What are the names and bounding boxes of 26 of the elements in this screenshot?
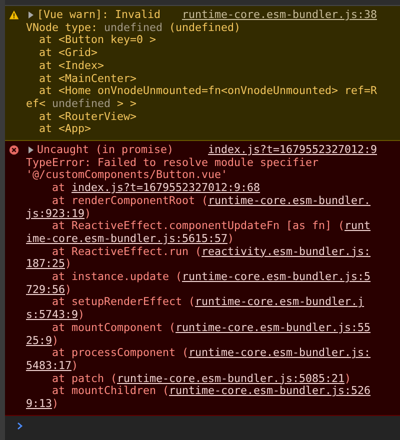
error-icon xyxy=(9,145,19,156)
prompt-chevron-icon[interactable] xyxy=(17,422,23,430)
source-link[interactable]: index.js?t=1679552327012:9 xyxy=(208,144,377,157)
stack-frame: at ReactiveEffect.run (reactivity.esm-bundler.js:187:25) xyxy=(26,246,377,272)
stack-frame: at mountComponent (runtime-core.esm-bundler.js:5525:9) xyxy=(26,322,377,348)
stack-frame: at processComponent (runtime-core.esm-bundler.js:5483:17) xyxy=(26,347,377,373)
source-link[interactable]: runtime-core.esm-bundler.js:38 xyxy=(182,9,377,22)
stack-frame: at instance.update (runtime-core.esm-bundler.js:5729:56) xyxy=(26,271,377,296)
message-text: Uncaught (in promise) xyxy=(37,144,174,157)
stack-frame: at setupRenderEffect (runtime-core.esm-bundler.js:5743:9) xyxy=(26,296,377,322)
stack-frame: at ReactiveEffect.componentUpdateFn [as fn] (runtime-core.esm-bundler.js:5615:57) xyxy=(26,220,377,246)
stack-frame: at <Grid> xyxy=(26,47,377,60)
message-text: [Vue warn]: Invalid xyxy=(37,9,161,22)
stack-frame: at <RouterView> xyxy=(26,110,377,124)
stack-frame: at index.js?t=1679552327012:9:68 xyxy=(26,182,377,195)
warning-icon xyxy=(9,10,19,20)
stack-frame: at renderComponentRoot (runtime-core.esm-bundler.js:923:19) xyxy=(26,194,377,220)
expand-triangle-icon[interactable] xyxy=(28,11,34,20)
stack-frame: at patch (runtime-core.esm-bundler.js:5085:21) xyxy=(26,372,377,386)
stack-frame: at <Button key=0 > xyxy=(26,34,377,48)
stack-frame: at <App> xyxy=(26,123,377,136)
stack-frame: at <Index> xyxy=(26,60,377,73)
stack-frame: at mountChildren (runtime-core.esm-bundler.js:5269:13) xyxy=(26,385,377,411)
message-text: VNode type: undefined (undefined) xyxy=(26,22,242,34)
expand-triangle-icon[interactable] xyxy=(28,146,34,154)
stack-frame: at <MainCenter> xyxy=(26,72,377,86)
